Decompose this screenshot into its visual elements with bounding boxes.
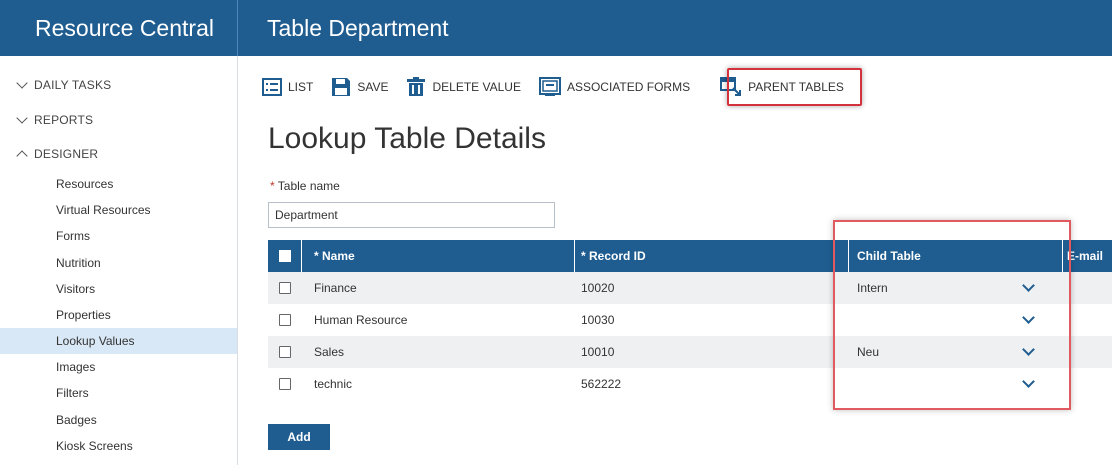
row-select-cell (268, 272, 302, 304)
save-button[interactable]: SAVE (331, 72, 388, 102)
row-record-id[interactable]: 10020 (575, 272, 849, 304)
nav-group-reports[interactable]: REPORTS (16, 112, 94, 127)
child-table-highlight-box (833, 220, 1071, 410)
row-select-cell (268, 336, 302, 368)
sidebar-item-visitors[interactable]: Visitors (0, 276, 237, 302)
sidebar-item-filters[interactable]: Filters (0, 380, 237, 406)
row-checkbox[interactable] (279, 378, 291, 390)
trash-icon (407, 77, 426, 96)
sidebar-item-resources[interactable]: Resources (0, 171, 237, 197)
column-header-record-id[interactable]: * Record ID (575, 240, 849, 272)
sidebar: DAILY TASKS REPORTS DESIGNER Resources V… (0, 56, 238, 465)
row-checkbox[interactable] (279, 346, 291, 358)
select-all-checkbox[interactable] (278, 250, 291, 262)
table-name-label-text: Table name (277, 179, 340, 193)
save-label: SAVE (357, 80, 389, 94)
list-icon (262, 78, 282, 96)
chevron-up-icon (16, 150, 28, 162)
save-icon (332, 78, 351, 96)
row-checkbox[interactable] (279, 314, 291, 326)
page-header-title: Table Department (267, 14, 449, 41)
row-checkbox[interactable] (279, 282, 291, 294)
column-header-name[interactable]: * Name (302, 240, 575, 272)
row-name[interactable]: Finance (302, 272, 575, 304)
nav-group-label: DAILY TASKS (34, 78, 112, 92)
row-select-cell (268, 304, 302, 336)
top-bar: Resource Central Table Department (0, 0, 1112, 56)
sidebar-item-properties[interactable]: Properties (0, 302, 237, 328)
sidebar-item-forms[interactable]: Forms (0, 223, 237, 249)
sidebar-item-kiosk-screens[interactable]: Kiosk Screens (0, 433, 237, 459)
list-button[interactable]: LIST (262, 72, 313, 102)
row-record-id[interactable]: 10010 (575, 336, 849, 368)
sidebar-item-nutrition[interactable]: Nutrition (0, 250, 237, 276)
app-brand[interactable]: Resource Central (0, 0, 238, 56)
table-name-label: * Table name (270, 179, 340, 193)
nav-group-label: DESIGNER (34, 147, 99, 161)
row-name[interactable]: technic (302, 368, 575, 400)
chevron-down-icon (16, 77, 28, 89)
form-icon (538, 77, 561, 96)
sidebar-item-images[interactable]: Images (0, 354, 237, 380)
nav-group-label: REPORTS (34, 113, 94, 127)
required-marker: * (270, 179, 275, 193)
parent-tables-highlight-box (727, 68, 862, 106)
table-name-input[interactable] (268, 202, 555, 228)
sidebar-item-badges[interactable]: Badges (0, 407, 237, 433)
associated-forms-button[interactable]: ASSOCIATED FORMS (538, 72, 691, 102)
row-record-id[interactable]: 562222 (575, 368, 849, 400)
select-all-cell (268, 240, 302, 272)
row-select-cell (268, 368, 302, 400)
nav-group-designer[interactable]: DESIGNER (16, 147, 99, 162)
delete-value-label: DELETE VALUE (432, 80, 521, 94)
list-label: LIST (288, 80, 314, 94)
sidebar-item-lookup-values[interactable]: Lookup Values (0, 328, 237, 354)
sidebar-item-virtual-resources[interactable]: Virtual Resources (0, 197, 237, 223)
delete-value-button[interactable]: DELETE VALUE (406, 72, 521, 102)
nav-group-daily-tasks[interactable]: DAILY TASKS (16, 77, 112, 92)
row-name[interactable]: Human Resource (302, 304, 575, 336)
add-button[interactable]: Add (268, 424, 330, 450)
row-name[interactable]: Sales (302, 336, 575, 368)
chevron-down-icon (16, 112, 28, 124)
associated-forms-label: ASSOCIATED FORMS (566, 80, 691, 94)
row-record-id[interactable]: 10030 (575, 304, 849, 336)
page-title: Lookup Table Details (268, 122, 546, 155)
